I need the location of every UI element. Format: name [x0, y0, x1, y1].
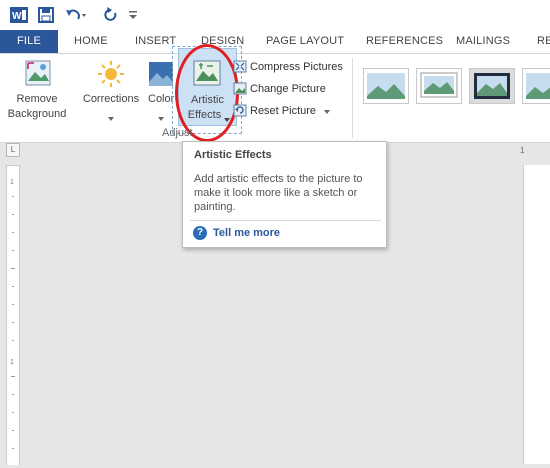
- color-picture-icon: [149, 62, 173, 89]
- change-picture-icon: [233, 82, 247, 95]
- svg-text:1: 1: [10, 359, 14, 366]
- remove-background-label-line2: Background: [7, 108, 67, 120]
- corrections-label: Corrections: [82, 93, 140, 105]
- tab-mailings[interactable]: MAILINGS: [456, 30, 510, 53]
- svg-text:1: 1: [10, 179, 14, 186]
- compress-pictures-button[interactable]: Compress Pictures: [233, 60, 343, 73]
- tab-home[interactable]: HOME: [74, 30, 108, 53]
- change-picture-button[interactable]: Change Picture: [233, 82, 326, 95]
- chevron-down-icon: [158, 112, 164, 124]
- save-icon[interactable]: [37, 6, 55, 24]
- tooltip-description: Add artistic effects to the picture to m…: [194, 173, 363, 213]
- artistic-effects-button[interactable]: Artistic Effects: [178, 48, 237, 126]
- color-label: Color: [148, 93, 175, 105]
- quick-access-toolbar: W: [0, 0, 550, 30]
- picture-style-1[interactable]: [363, 68, 409, 104]
- artistic-effects-label-line2: Effects: [187, 109, 222, 121]
- remove-background-icon: [25, 60, 51, 89]
- redo-icon[interactable]: [103, 6, 119, 24]
- change-picture-label: Change Picture: [250, 82, 326, 95]
- adjust-group-label: Adjust: [162, 127, 193, 139]
- undo-icon[interactable]: [65, 6, 87, 24]
- customize-qat-icon[interactable]: [128, 6, 138, 24]
- vertical-ruler: 1 1: [6, 165, 20, 465]
- ruler-tab-selector[interactable]: L: [6, 143, 20, 157]
- picture-style-2[interactable]: [416, 68, 462, 104]
- tab-insert[interactable]: INSERT: [135, 30, 176, 53]
- chevron-down-icon: [108, 112, 114, 124]
- tab-references[interactable]: REFERENCES: [366, 30, 443, 53]
- chevron-down-icon: [224, 113, 230, 125]
- tab-page-layout[interactable]: PAGE LAYOUT: [266, 30, 344, 53]
- chevron-down-icon: [324, 105, 331, 117]
- tooltip-title: Artistic Effects: [194, 149, 272, 161]
- tooltip-divider: [190, 220, 381, 221]
- help-icon: ?: [193, 226, 207, 240]
- remove-background-button[interactable]: Remove Background: [2, 54, 72, 124]
- ribbon: Remove Background Corrections Color Arti…: [0, 44, 550, 143]
- color-button[interactable]: Color: [145, 54, 181, 124]
- reset-picture-label: Reset Picture: [250, 104, 317, 117]
- svg-text:W: W: [12, 11, 22, 22]
- tell-me-more-link[interactable]: ? Tell me more: [193, 226, 280, 240]
- compress-icon: [233, 60, 247, 73]
- reset-picture-icon: [233, 104, 247, 117]
- picture-style-3[interactable]: [469, 68, 515, 104]
- document-page[interactable]: [523, 165, 550, 464]
- compress-pictures-label: Compress Pictures: [250, 60, 343, 73]
- sun-icon: [97, 60, 125, 91]
- remove-background-label-line1: Remove: [16, 93, 58, 105]
- group-separator: [352, 58, 353, 138]
- ribbon-tabs: FILE HOME INSERT DESIGN PAGE LAYOUT REFE…: [0, 30, 550, 53]
- corrections-button[interactable]: Corrections: [80, 54, 142, 124]
- tab-review[interactable]: REV: [537, 30, 550, 53]
- reset-picture-button[interactable]: Reset Picture: [233, 104, 331, 117]
- artistic-effects-icon: [193, 60, 221, 89]
- word-logo-icon[interactable]: W: [10, 6, 28, 24]
- top-ruler-marker: 1: [520, 146, 525, 155]
- tab-file[interactable]: FILE: [0, 30, 58, 53]
- picture-style-4[interactable]: [522, 68, 550, 104]
- tell-me-more-label: Tell me more: [213, 227, 281, 239]
- artistic-effects-tooltip: Artistic Effects Add artistic effects to…: [182, 141, 387, 248]
- artistic-effects-label-line1: Artistic: [191, 94, 224, 106]
